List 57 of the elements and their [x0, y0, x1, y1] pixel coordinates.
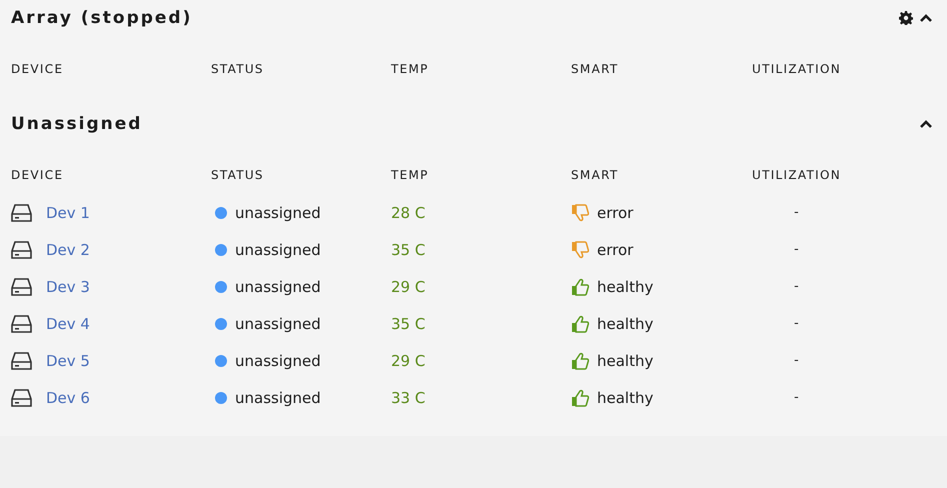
temperature-text: 28 C [391, 204, 426, 222]
thumbs-up-icon [571, 352, 589, 370]
device-link[interactable]: Dev 6 [46, 388, 90, 406]
column-header: SMART [571, 62, 618, 76]
column-header: STATUS [211, 62, 264, 76]
device-link[interactable]: Dev 2 [46, 240, 90, 258]
temperature-text: 35 C [391, 240, 426, 258]
temperature-text: 33 C [391, 388, 426, 406]
status-text: unassigned [235, 314, 321, 332]
hard-drive-icon [11, 278, 32, 296]
hard-drive-icon [11, 314, 32, 332]
utilization-text: - [794, 242, 799, 257]
smart-status-text: error [597, 204, 634, 222]
utilization-text: - [794, 205, 799, 220]
smart-status-text: healthy [597, 278, 654, 296]
hard-drive-icon [11, 240, 32, 258]
utilization-text: - [794, 353, 799, 368]
hard-drive-icon [11, 388, 32, 406]
device-link[interactable]: Dev 4 [46, 314, 90, 332]
smart-status-text: error [597, 240, 634, 258]
thumbs-up-icon [571, 388, 589, 406]
utilization-text: - [794, 316, 799, 331]
settings-icon[interactable] [899, 11, 913, 25]
device-link[interactable]: Dev 1 [46, 204, 90, 222]
smart-status-text: healthy [597, 352, 654, 370]
temperature-text: 29 C [391, 352, 426, 370]
column-header: TEMP [391, 62, 429, 76]
smart-status-text: healthy [597, 314, 654, 332]
hard-drive-icon [11, 352, 32, 370]
temperature-text: 35 C [391, 314, 426, 332]
section-title: Array (stopped) [11, 8, 194, 28]
column-header: STATUS [211, 168, 264, 182]
utilization-text: - [794, 390, 799, 405]
thumbs-up-icon [571, 278, 589, 296]
column-header: SMART [571, 168, 618, 182]
status-text: unassigned [235, 278, 321, 296]
column-header: DEVICE [11, 168, 64, 182]
thumbs-down-icon [571, 204, 589, 222]
status-text: unassigned [235, 204, 321, 222]
smart-status-text: healthy [597, 388, 654, 406]
column-header: DEVICE [11, 62, 64, 76]
temperature-text: 29 C [391, 278, 426, 296]
utilization-text: - [794, 279, 799, 294]
status-text: unassigned [235, 388, 321, 406]
column-header: UTILIZATION [752, 62, 841, 76]
status-text: unassigned [235, 352, 321, 370]
column-header: TEMP [391, 168, 429, 182]
thumbs-down-icon [571, 240, 589, 258]
thumbs-up-icon [571, 314, 589, 332]
device-link[interactable]: Dev 5 [46, 352, 90, 370]
column-header: UTILIZATION [752, 168, 841, 182]
collapse-button[interactable] [919, 13, 933, 23]
status-text: unassigned [235, 240, 321, 258]
section-title: Unassigned [11, 114, 144, 134]
device-link[interactable]: Dev 3 [46, 278, 90, 296]
collapse-button[interactable] [919, 119, 933, 129]
hard-drive-icon [11, 204, 32, 222]
